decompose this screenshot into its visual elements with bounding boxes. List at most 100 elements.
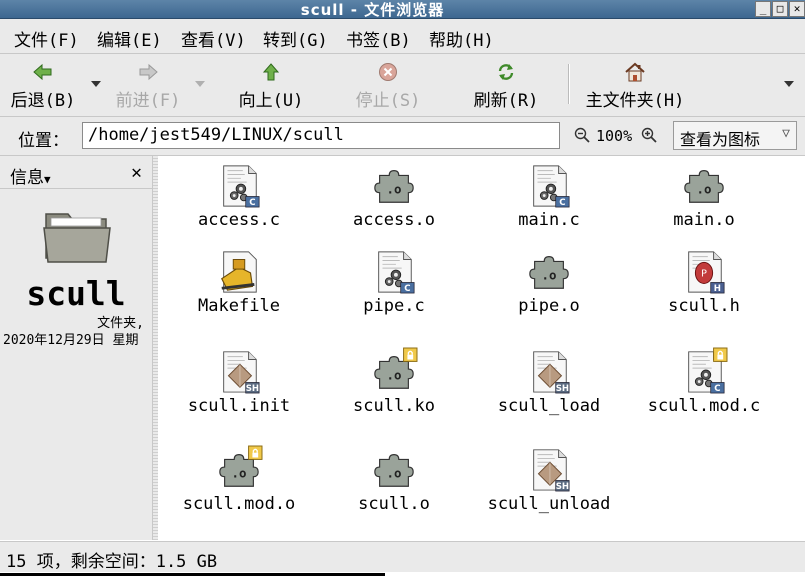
svg-text:.o: .o	[232, 466, 247, 481]
file-item[interactable]: SH scull_unload	[474, 446, 624, 514]
menubar: 文件(F) 编辑(E) 查看(V) 转到(G) 书签(B) 帮助(H)	[0, 19, 805, 54]
file-icon-view[interactable]: Caccess.c .o access.o Cmain.c .o main.o Makefi…	[158, 156, 805, 540]
file-name: Makefile	[198, 296, 280, 316]
stop-label: 停止(S)	[355, 91, 421, 111]
object-file-locked-icon: .o	[215, 445, 263, 492]
side-pane-title: 信息	[10, 168, 44, 188]
menu-file[interactable]: 文件(F)	[14, 26, 79, 51]
svg-text:SH: SH	[556, 384, 569, 394]
folder-name: scull	[26, 274, 126, 313]
file-item[interactable]: Cscull.mod.c	[629, 347, 779, 416]
file-item[interactable]: Cmain.c	[474, 162, 624, 230]
file-item[interactable]: .o scull.mod.o	[164, 445, 314, 514]
svg-text:SH: SH	[556, 482, 569, 492]
menu-bookmarks[interactable]: 书签(B)	[346, 26, 411, 51]
file-name: scull.init	[187, 396, 291, 416]
c-source-icon: C	[370, 248, 418, 294]
object-file-icon: .o	[680, 162, 728, 208]
zoom-out-icon[interactable]	[574, 127, 590, 143]
svg-text:.o: .o	[387, 466, 402, 481]
zoom-in-icon[interactable]	[641, 127, 657, 143]
svg-text:H: H	[714, 284, 721, 294]
c-source-icon: C	[525, 162, 573, 208]
minimize-icon[interactable]: _	[755, 1, 771, 17]
stop-button[interactable]: 停止(S)	[348, 54, 428, 114]
svg-text:.o: .o	[387, 368, 402, 383]
file-name: scull_load	[497, 396, 601, 416]
file-item[interactable]: .o main.o	[629, 162, 779, 230]
up-button[interactable]: 向上(U)	[232, 54, 310, 114]
file-name: scull_unload	[487, 494, 611, 514]
file-item[interactable]: .o scull.o	[319, 446, 469, 514]
object-file-icon: .o	[370, 162, 418, 208]
location-input[interactable]: /home/jest549/LINUX/scull	[82, 122, 560, 149]
folder-modified-date: 2020年12月29日 星期	[3, 333, 139, 348]
toolbar-separator	[568, 64, 570, 104]
menu-edit[interactable]: 编辑(E)	[97, 26, 162, 51]
side-pane-selector[interactable]: 信息▼	[10, 163, 51, 188]
shell-script-icon: SH	[525, 348, 573, 394]
svg-text:SH: SH	[246, 384, 259, 394]
c-source-icon: C	[215, 162, 263, 208]
forward-history-dropdown-icon[interactable]	[195, 81, 205, 87]
menu-go[interactable]: 转到(G)	[263, 26, 328, 51]
zoom-level[interactable]: 100%	[596, 127, 632, 145]
file-name: scull.o	[358, 494, 430, 514]
back-history-dropdown-icon[interactable]	[91, 81, 101, 87]
object-file-icon: .o	[525, 248, 573, 294]
up-arrow-icon	[262, 63, 280, 81]
up-label: 向上(U)	[238, 91, 304, 111]
file-item[interactable]: .o scull.ko	[319, 347, 469, 416]
forward-button[interactable]: 前进(F)	[108, 54, 188, 114]
svg-text:.o: .o	[387, 182, 402, 197]
svg-text:C: C	[714, 384, 720, 394]
shell-script-icon: SH	[215, 348, 263, 394]
close-icon[interactable]: ✕	[789, 1, 805, 17]
window-titlebar[interactable]: scull - 文件浏览器 _ □ ✕	[0, 0, 805, 19]
file-name: pipe.o	[518, 296, 580, 316]
file-name: main.c	[518, 210, 580, 230]
maximize-icon[interactable]: □	[772, 1, 788, 17]
file-item[interactable]: Cpipe.c	[319, 248, 469, 316]
window-title: scull - 文件浏览器	[300, 1, 445, 19]
file-name: scull.mod.c	[647, 396, 761, 416]
c-header-icon: PH	[680, 248, 728, 294]
stop-icon	[379, 63, 397, 81]
file-item[interactable]: .o pipe.o	[474, 248, 624, 316]
svg-text:.o: .o	[542, 268, 557, 283]
file-name: access.c	[198, 210, 280, 230]
toolbar-overflow-icon[interactable]	[784, 81, 794, 87]
object-file-locked-icon: .o	[370, 347, 418, 394]
object-file-icon: .o	[370, 446, 418, 492]
status-bar: 15 项，剩余空间：1.5 GB	[0, 541, 805, 572]
dropdown-arrow-icon: ▼	[44, 173, 51, 186]
c-source-locked-icon: C	[680, 347, 728, 394]
file-item[interactable]: Caccess.c	[164, 162, 314, 230]
folder-large-icon	[43, 213, 111, 263]
file-item[interactable]: P Hscull.h	[629, 248, 779, 316]
file-name: access.o	[353, 210, 435, 230]
file-item[interactable]: SH scull.init	[164, 348, 314, 416]
location-bar: 位置： /home/jest549/LINUX/scull 100% 查看为图标…	[0, 117, 805, 156]
file-item[interactable]: .o access.o	[319, 162, 469, 230]
file-item[interactable]: SH scull_load	[474, 348, 624, 416]
side-pane-close-icon[interactable]: ✕	[131, 162, 142, 183]
back-button[interactable]: 后退(B)	[4, 54, 82, 114]
makefile-icon	[215, 248, 263, 294]
view-as-dropdown[interactable]: 查看为图标 ▽	[673, 121, 797, 150]
menu-view[interactable]: 查看(V)	[181, 26, 246, 51]
file-name: scull.h	[668, 296, 740, 316]
reload-icon	[498, 64, 514, 80]
view-as-label: 查看为图标	[680, 130, 761, 149]
side-pane-header: 信息▼ ✕	[0, 156, 152, 189]
shell-script-icon: SH	[525, 446, 573, 492]
forward-label: 前进(F)	[115, 91, 181, 111]
home-button[interactable]: 主文件夹(H)	[580, 54, 690, 114]
status-text: 15 项，剩余空间：1.5 GB	[6, 552, 218, 572]
file-name: main.o	[673, 210, 735, 230]
reload-button[interactable]: 刷新(R)	[466, 54, 546, 114]
location-label: 位置：	[18, 131, 69, 151]
menu-help[interactable]: 帮助(H)	[429, 26, 494, 51]
chevron-down-icon: ▽	[782, 126, 790, 141]
file-item[interactable]: Makefile	[164, 248, 314, 316]
